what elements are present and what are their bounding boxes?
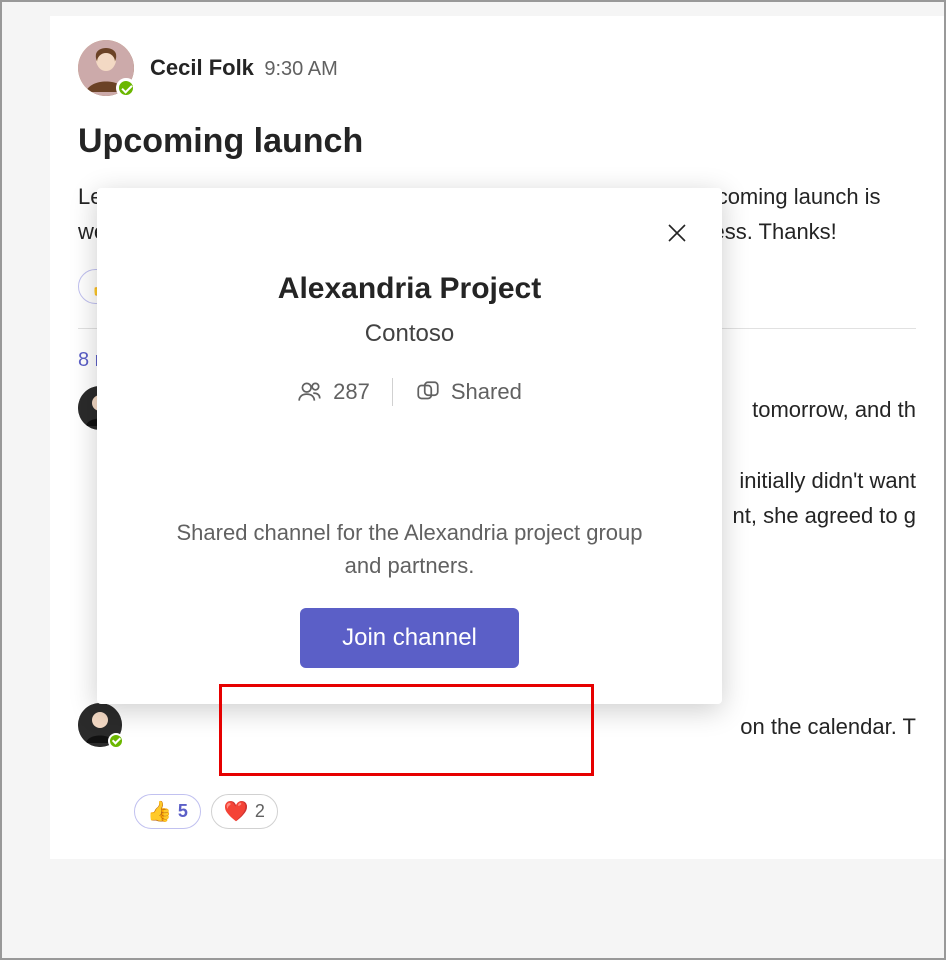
shared-channel-icon bbox=[415, 379, 441, 405]
reply-body: on the calendar. T bbox=[134, 703, 916, 744]
author-name[interactable]: Cecil Folk bbox=[150, 55, 254, 80]
close-icon bbox=[665, 221, 689, 245]
reaction-heart[interactable]: ❤️ 2 bbox=[211, 794, 278, 829]
reaction-count: 5 bbox=[178, 801, 188, 822]
reply-avatar[interactable] bbox=[78, 703, 122, 747]
channel-info-popover: Alexandria Project Contoso 287 Shared Sh… bbox=[97, 188, 722, 704]
thumbs-up-icon: 👍 bbox=[147, 799, 172, 824]
join-channel-button[interactable]: Join channel bbox=[300, 608, 519, 668]
reaction-count: 2 bbox=[255, 801, 265, 822]
post-header: Cecil Folk 9:30 AM bbox=[78, 40, 916, 96]
channel-name: Alexandria Project bbox=[133, 272, 686, 306]
heart-icon: ❤️ bbox=[224, 799, 249, 824]
divider bbox=[392, 378, 393, 406]
team-name: Contoso bbox=[133, 320, 686, 348]
reply-item: on the calendar. T 👍 5 ❤️ 2 bbox=[78, 703, 916, 829]
presence-available-icon bbox=[116, 78, 136, 98]
close-button[interactable] bbox=[662, 218, 692, 248]
shared-label: Shared bbox=[451, 379, 522, 405]
reaction-thumbs-up[interactable]: 👍 5 bbox=[134, 794, 201, 829]
presence-available-icon bbox=[108, 733, 124, 749]
post-timestamp: 9:30 AM bbox=[264, 58, 337, 80]
post-subject: Upcoming launch bbox=[78, 122, 916, 161]
channel-description: Shared channel for the Alexandria projec… bbox=[133, 516, 686, 582]
member-count: 287 bbox=[333, 379, 370, 405]
author-avatar[interactable] bbox=[78, 40, 134, 96]
people-icon bbox=[297, 379, 323, 405]
channel-stats: 287 Shared bbox=[133, 378, 686, 406]
